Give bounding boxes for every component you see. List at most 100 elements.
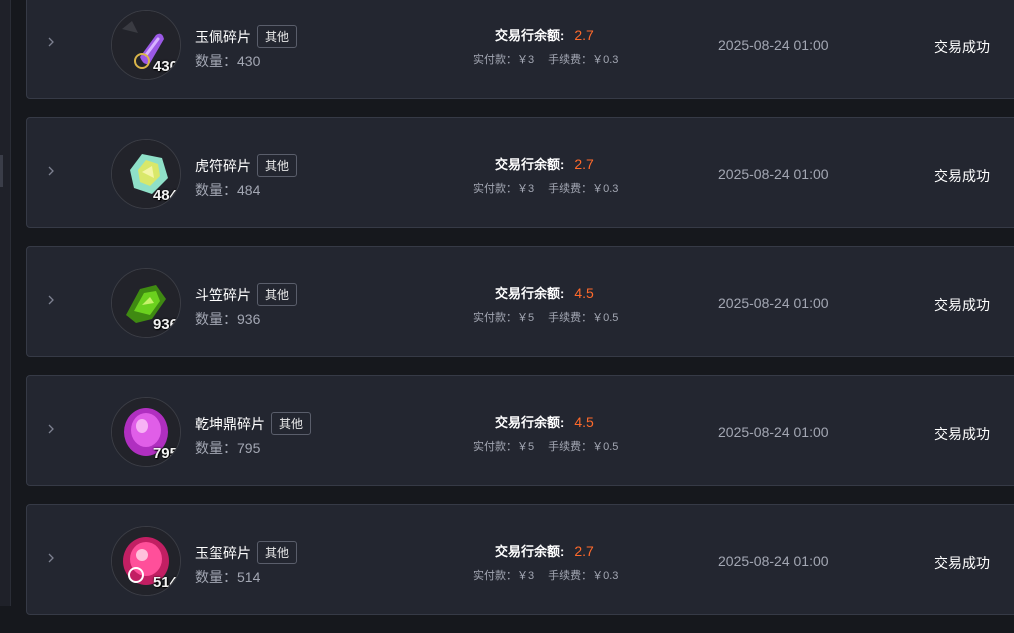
paid-value: ￥3 [517, 183, 535, 195]
quantity-value: 514 [237, 569, 261, 585]
paid-value: ￥5 [517, 312, 535, 324]
category-tag: 其他 [257, 541, 298, 564]
payment-breakdown: 实付款：￥3 手续费：￥0.3 [473, 567, 618, 583]
category-tag: 其他 [257, 154, 298, 177]
transaction-row[interactable]: 936 斗笠碎片 其他 数量：936 交易行余额: 4.5 实付款：￥5 手续费：￥0… [26, 246, 1014, 357]
payment-breakdown: 实付款：￥3 手续费：￥0.3 [473, 51, 618, 67]
quantity-label: 数量： [195, 53, 237, 69]
bamboo-hat-shard-icon: 936 [111, 268, 181, 338]
quantity: 数量：936 [195, 309, 260, 329]
payment-breakdown: 实付款：￥3 手续费：￥0.3 [473, 180, 618, 196]
balance-label: 交易行余额: [495, 544, 565, 559]
item-name: 玉佩碎片 其他 [195, 25, 298, 48]
balance: 交易行余额: 4.5 [495, 412, 594, 431]
purple-jade-pendant-shard-icon: 430 [111, 10, 181, 80]
paid-label: 实付款： [473, 183, 517, 195]
transaction-time: 2025-08-24 01:00 [718, 37, 829, 53]
quantity: 数量：430 [195, 51, 260, 71]
paid-label: 实付款： [473, 312, 517, 324]
item-name-text: 乾坤鼎碎片 [195, 416, 265, 432]
transaction-status: 交易成功 [934, 426, 990, 442]
quantity: 数量：795 [195, 438, 260, 458]
fee-label: 手续费： [548, 54, 593, 66]
item-name: 斗笠碎片 其他 [195, 283, 298, 306]
fee-value: ￥0.3 [592, 54, 619, 66]
quantity-value: 795 [237, 440, 261, 456]
fee-value: ￥0.3 [592, 570, 619, 582]
quantity-value: 484 [237, 182, 261, 198]
paid-label: 实付款： [473, 441, 517, 453]
balance-label: 交易行余额: [495, 415, 565, 430]
item-stack-count: 514 [152, 574, 178, 591]
fee-label: 手续费： [548, 441, 593, 453]
item-name-text: 斗笠碎片 [195, 287, 251, 303]
item-stack-count: 795 [152, 445, 178, 462]
paid-value: ￥3 [517, 570, 535, 582]
item-stack-count: 430 [152, 58, 178, 75]
transaction-row[interactable]: 430 玉佩碎片 其他 数量：430 交易行余额: 2.7 实付款：￥3 手续费：￥0… [26, 0, 1014, 99]
item-name: 乾坤鼎碎片 其他 [195, 412, 312, 435]
item-name: 虎符碎片 其他 [195, 154, 298, 177]
transaction-row[interactable]: 795 乾坤鼎碎片 其他 数量：795 交易行余额: 4.5 实付款：￥5 手续费：￥… [26, 375, 1014, 486]
quantity-value: 936 [237, 311, 261, 327]
transaction-time: 2025-08-24 01:00 [718, 295, 829, 311]
quantity: 数量：514 [195, 567, 260, 587]
balance: 交易行余额: 2.7 [495, 154, 594, 173]
chevron-right-icon[interactable] [44, 422, 58, 436]
chevron-right-icon[interactable] [44, 35, 58, 49]
balance: 交易行余额: 2.7 [495, 25, 594, 44]
item-name: 玉玺碎片 其他 [195, 541, 298, 564]
paid-label: 实付款： [473, 54, 517, 66]
fee-value: ￥0.5 [592, 441, 619, 453]
balance: 交易行余额: 2.7 [495, 541, 594, 560]
qiankun-cauldron-shard-icon: 795 [111, 397, 181, 467]
quantity-label: 数量： [195, 569, 237, 585]
category-tag: 其他 [257, 283, 298, 306]
balance-amount: 4.5 [574, 414, 594, 430]
transaction-time: 2025-08-24 01:00 [718, 166, 829, 182]
transaction-time: 2025-08-24 01:00 [718, 424, 829, 440]
chevron-right-icon[interactable] [44, 293, 58, 307]
transaction-status: 交易成功 [934, 39, 990, 55]
quantity-value: 430 [237, 53, 261, 69]
quantity-label: 数量： [195, 182, 237, 198]
paid-label: 实付款： [473, 570, 517, 582]
chevron-right-icon[interactable] [44, 551, 58, 565]
transaction-status: 交易成功 [934, 297, 990, 313]
item-stack-count: 936 [152, 316, 178, 333]
balance-amount: 2.7 [574, 156, 594, 172]
transaction-status: 交易成功 [934, 168, 990, 184]
item-name-text: 玉佩碎片 [195, 29, 251, 45]
chevron-right-icon[interactable] [44, 164, 58, 178]
item-stack-count: 484 [152, 187, 178, 204]
category-tag: 其他 [271, 412, 312, 435]
tiger-tally-shard-icon: 484 [111, 139, 181, 209]
payment-breakdown: 实付款：￥5 手续费：￥0.5 [473, 438, 618, 454]
paid-value: ￥5 [517, 441, 535, 453]
quantity-label: 数量： [195, 440, 237, 456]
fee-value: ￥0.3 [592, 183, 619, 195]
rail-tab[interactable] [0, 155, 3, 187]
payment-breakdown: 实付款：￥5 手续费：￥0.5 [473, 309, 618, 325]
transaction-time: 2025-08-24 01:00 [718, 553, 829, 569]
balance-label: 交易行余额: [495, 28, 565, 43]
transaction-row[interactable]: 484 虎符碎片 其他 数量：484 交易行余额: 2.7 实付款：￥3 手续费：￥0… [26, 117, 1014, 228]
fee-label: 手续费： [548, 570, 593, 582]
balance-amount: 2.7 [574, 27, 594, 43]
balance-amount: 2.7 [574, 543, 594, 559]
quantity-label: 数量： [195, 311, 237, 327]
fee-label: 手续费： [548, 183, 593, 195]
jade-seal-shard-icon: 514 [111, 526, 181, 596]
transaction-list: 430 玉佩碎片 其他 数量：430 交易行余额: 2.7 实付款：￥3 手续费：￥0… [26, 0, 1014, 633]
transaction-row[interactable]: 514 玉玺碎片 其他 数量：514 交易行余额: 2.7 实付款：￥3 手续费：￥0… [26, 504, 1014, 615]
item-name-text: 玉玺碎片 [195, 545, 251, 561]
fee-value: ￥0.5 [592, 312, 619, 324]
balance-label: 交易行余额: [495, 286, 565, 301]
transaction-status: 交易成功 [934, 555, 990, 571]
balance: 交易行余额: 4.5 [495, 283, 594, 302]
item-name-text: 虎符碎片 [195, 158, 251, 174]
left-rail [0, 0, 11, 606]
paid-value: ￥3 [517, 54, 535, 66]
category-tag: 其他 [257, 25, 298, 48]
balance-amount: 4.5 [574, 285, 594, 301]
